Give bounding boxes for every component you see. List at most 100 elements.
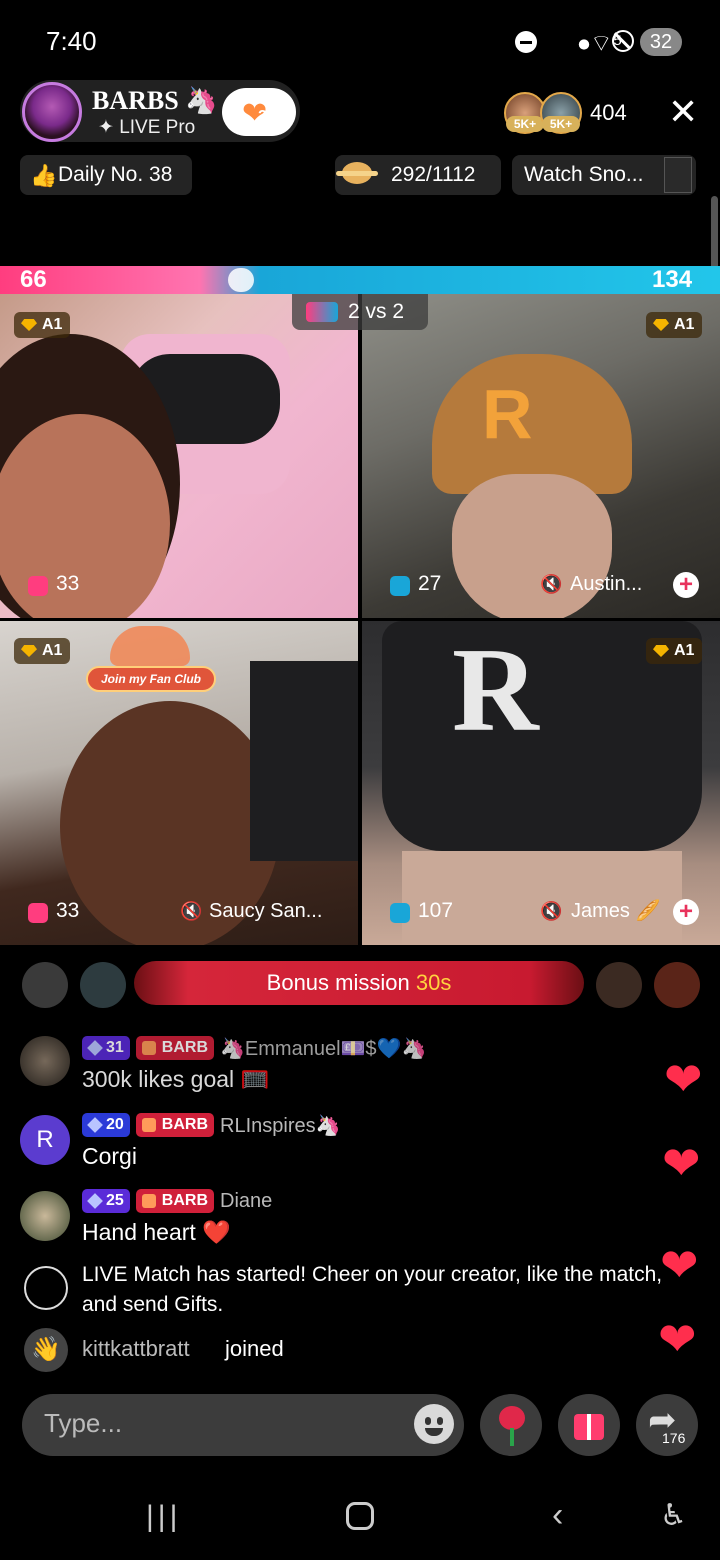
chat-username[interactable]: 🦄Emmanuel💷$💙🦄 (220, 1036, 426, 1061)
score-icon (28, 576, 48, 596)
home-icon[interactable] (346, 1502, 374, 1530)
join-fan-club-button[interactable]: Join my Fan Club (86, 666, 216, 692)
joined-text: joined (225, 1336, 284, 1361)
gifter-avatar[interactable] (654, 962, 700, 1008)
rank-label: A1 (42, 642, 63, 659)
chat-badges: 25 BARB Diane (82, 1189, 272, 1213)
gift-button[interactable] (558, 1394, 620, 1456)
level-badge: 20 (82, 1113, 130, 1137)
system-message: LIVE Match has started! Cheer on your cr… (82, 1263, 663, 1316)
score-icon (390, 576, 410, 596)
viewer-tag: 5K+ (506, 116, 544, 132)
chat-avatar[interactable] (20, 1036, 70, 1086)
tile-score: 107 (418, 899, 454, 922)
fan-club-count: 24 (258, 108, 276, 125)
rank-badge: A1 (14, 312, 71, 338)
heart-icon: ❤ (664, 1053, 703, 1105)
close-icon[interactable]: ✕ (668, 94, 698, 130)
chat-avatar[interactable] (20, 1191, 70, 1241)
video-tile[interactable] (0, 294, 358, 618)
gifter-avatar[interactable] (80, 962, 126, 1008)
chat-username[interactable]: Diane (220, 1190, 272, 1213)
gem-icon (653, 645, 669, 657)
participant-name[interactable]: James 🥖 (571, 898, 660, 924)
viewer-tag: 5K+ (542, 116, 580, 132)
rank-label: A1 (42, 316, 63, 333)
host-avatar[interactable] (22, 82, 82, 142)
cap-letter: R (452, 623, 539, 756)
planet-icon (336, 162, 378, 184)
bonus-timer: 30s (415, 970, 452, 995)
rank-label: A1 (674, 642, 695, 659)
recents-icon[interactable]: ||| (146, 1500, 181, 1534)
club-badge: BARB (135, 1036, 215, 1060)
video-tile[interactable]: R (362, 294, 720, 618)
tile-score: 33 (56, 572, 80, 595)
club-badge: BARB (135, 1189, 215, 1213)
cap-letter: R (482, 375, 533, 453)
rank-badge: A1 (646, 638, 703, 664)
rose-gift-button[interactable] (480, 1394, 542, 1456)
emoji-icon[interactable] (414, 1404, 454, 1444)
chat-message: 25 BARB Diane Hand heart ❤️ (20, 1189, 700, 1249)
accessibility-icon[interactable]: ♿ (660, 1498, 687, 1533)
score-icon (390, 903, 410, 923)
chat-message: R 20 BARB RLInspires🦄 Corgi (20, 1113, 700, 1173)
host-subtitle: ✦ LIVE Pro (98, 117, 196, 138)
chat-text: Corgi (82, 1143, 137, 1169)
bonus-label: Bonus mission (266, 970, 416, 995)
follow-plus-button[interactable]: + (673, 572, 699, 598)
heart-icon: ❤ (662, 1137, 701, 1189)
rank-badge: A1 (646, 312, 703, 338)
hand-icon: 👍 (30, 163, 58, 188)
muted-icon: 🔇 (180, 901, 203, 921)
headboard-shape (250, 661, 358, 861)
follow-plus-button[interactable]: + (673, 899, 699, 925)
chat-badges: 20 BARB RLInspires🦄 (82, 1113, 341, 1137)
viewer-count[interactable]: 404 (590, 100, 627, 126)
joined-username[interactable]: kittkattbratt (82, 1336, 190, 1362)
comment-placeholder: Type... (44, 1408, 123, 1438)
mute-status-icon (612, 30, 634, 52)
chat-username[interactable]: RLInspires🦄 (220, 1113, 341, 1138)
chat-text: Hand heart ❤️ (82, 1219, 231, 1245)
muted-icon: 🔇 (540, 574, 563, 594)
share-count: 176 (662, 1430, 686, 1446)
level-badge: 31 (82, 1036, 130, 1060)
muted-icon: 🔇 (540, 901, 563, 921)
gifter-avatar[interactable] (596, 962, 642, 1008)
match-right-score: 134 (652, 266, 693, 293)
versus-icon (306, 302, 338, 322)
match-system-icon (24, 1266, 68, 1310)
gifter-avatar[interactable] (22, 962, 68, 1008)
do-not-disturb-icon (515, 31, 537, 53)
gem-icon (21, 645, 37, 657)
chat-message: 31 BARB 🦄Emmanuel💷$💙🦄 300k likes goal 🥅 (20, 1036, 700, 1096)
bonus-mission-banner[interactable]: Bonus mission 30s (134, 961, 584, 1005)
battery-indicator: 32 (640, 28, 682, 56)
match-score-bar (0, 266, 720, 294)
score-icon (28, 903, 48, 923)
chat-text: 300k likes goal 🥅 (82, 1066, 270, 1092)
back-icon[interactable]: ‹ (552, 1496, 563, 1535)
tile-score: 27 (418, 572, 442, 595)
host-name: BARBS 🦄 (92, 86, 218, 115)
match-left-score: 66 (20, 266, 47, 293)
tile-score: 33 (56, 899, 80, 922)
participant-name[interactable]: Saucy San... (209, 898, 322, 924)
rank-label: A1 (674, 316, 695, 333)
gem-icon (653, 319, 669, 331)
match-divider-icon (228, 268, 254, 292)
watch-thumbnail[interactable] (664, 157, 692, 193)
rank-badge: A1 (14, 638, 71, 664)
wave-icon: 👋 (24, 1328, 68, 1372)
club-badge: BARB (135, 1113, 215, 1137)
chat-avatar[interactable]: R (20, 1115, 70, 1165)
gem-icon (21, 319, 37, 331)
level-badge: 25 (82, 1189, 130, 1213)
heart-icon: ❤ (658, 1313, 697, 1365)
chat-badges: 31 BARB 🦄Emmanuel💷$💙🦄 (82, 1036, 426, 1060)
participant-name[interactable]: Austin... (570, 571, 642, 597)
status-time: 7:40 (46, 26, 97, 56)
video-tile[interactable]: R (362, 621, 720, 945)
